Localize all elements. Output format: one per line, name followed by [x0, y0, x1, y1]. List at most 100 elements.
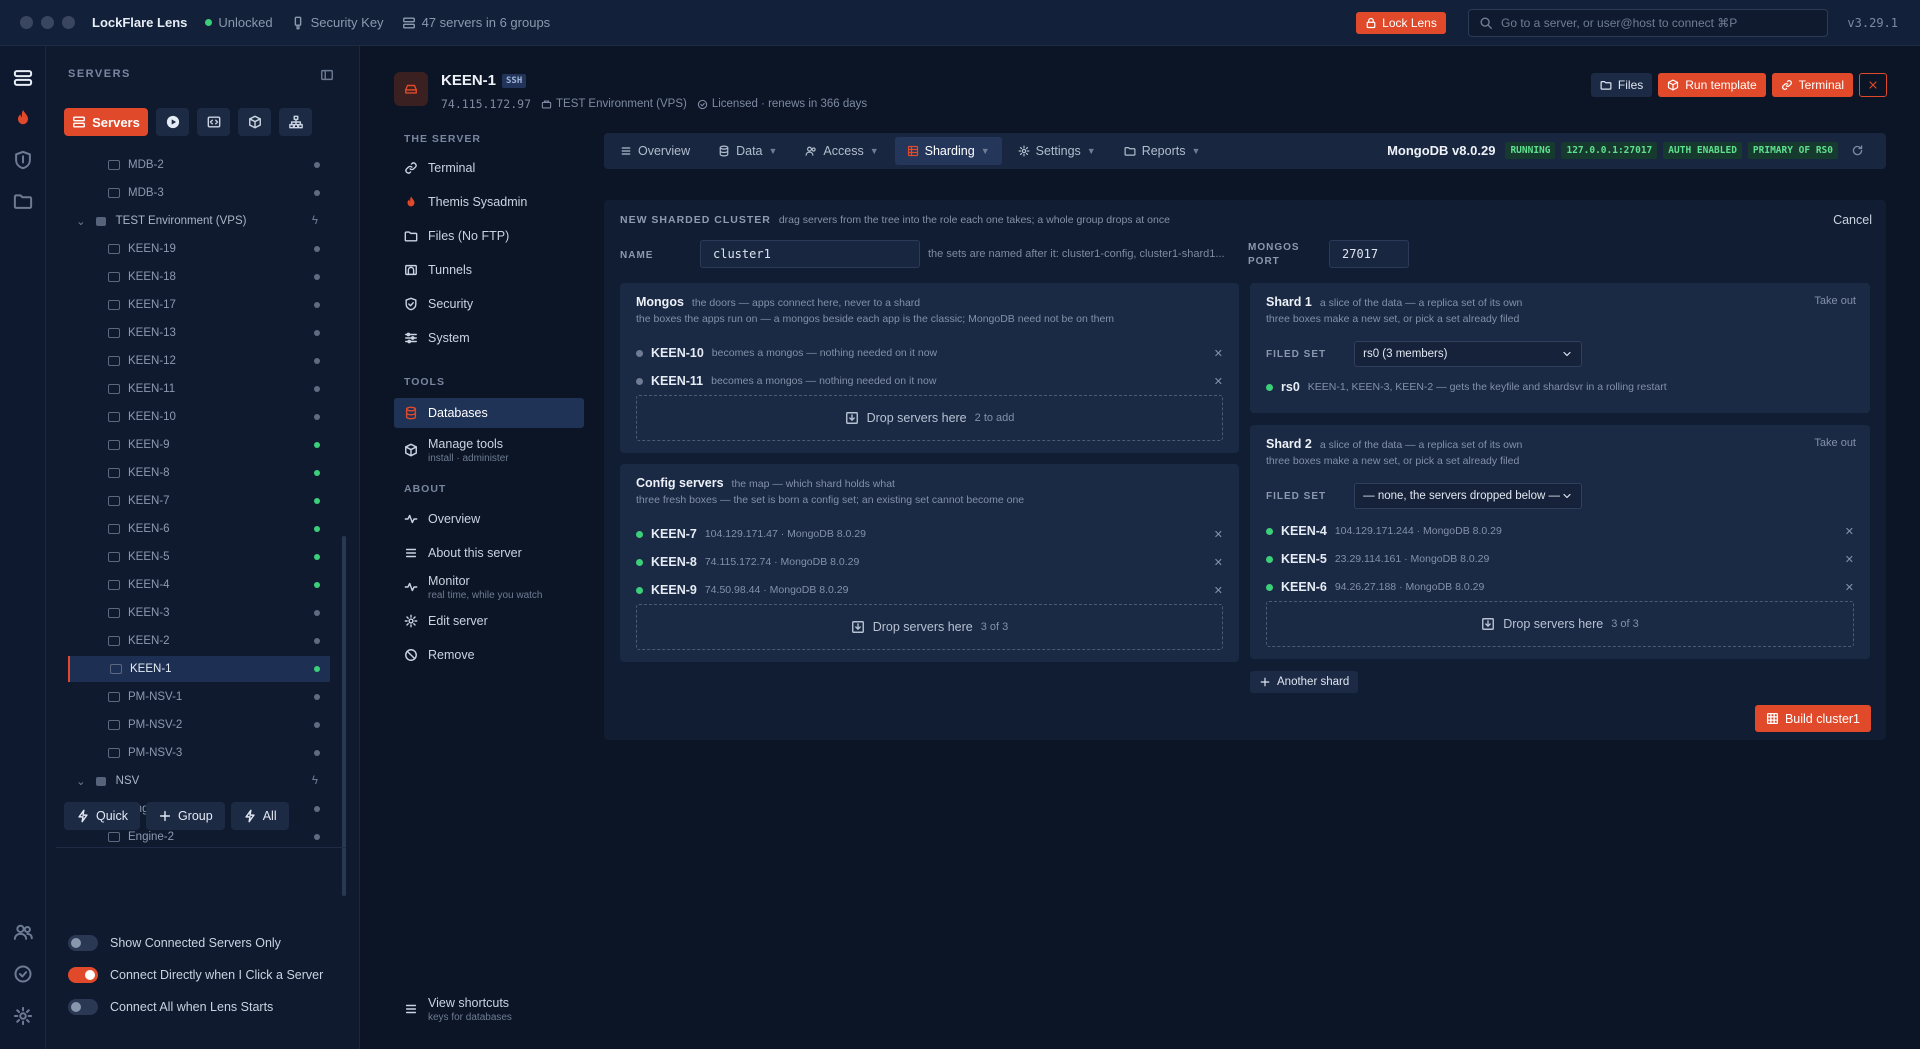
- tree-scrollbar[interactable]: [342, 536, 346, 896]
- tab-sharding[interactable]: Sharding ▼: [894, 137, 1002, 165]
- tab-data[interactable]: Data ▼: [706, 137, 789, 165]
- nav-security[interactable]: Security: [394, 290, 584, 318]
- tab-settings[interactable]: Settings ▼: [1006, 137, 1108, 165]
- lock-lens-button[interactable]: Lock Lens: [1356, 12, 1446, 34]
- tree-server-item[interactable]: KEEN-4: [68, 572, 330, 598]
- remove-member-icon[interactable]: ✕: [1214, 528, 1223, 541]
- remove-member-icon[interactable]: ✕: [1214, 347, 1223, 360]
- tree-server-item[interactable]: KEEN-3: [68, 600, 330, 626]
- nav-system[interactable]: System: [394, 324, 584, 352]
- topology-button[interactable]: [279, 108, 312, 136]
- nav-overview[interactable]: Overview: [394, 505, 584, 533]
- mongos-member[interactable]: KEEN-10 becomes a mongos — nothing neede…: [636, 343, 1223, 363]
- nav-edit-server[interactable]: Edit server: [394, 607, 584, 635]
- take-out-button[interactable]: Take out: [1814, 295, 1856, 307]
- bolt-icon[interactable]: ϟ: [312, 775, 318, 787]
- nav-tunnels[interactable]: Tunnels: [394, 256, 584, 284]
- shard-drop-zone[interactable]: Drop servers here 3 of 3: [1266, 601, 1854, 647]
- tree-server-item[interactable]: KEEN-12: [68, 348, 330, 374]
- settings-rail-icon[interactable]: [13, 1006, 33, 1026]
- tree-server-item[interactable]: KEEN-13: [68, 320, 330, 346]
- toggle-switch[interactable]: [68, 935, 98, 951]
- servers-rail-icon[interactable]: [13, 68, 33, 88]
- remove-member-icon[interactable]: ✕: [1214, 556, 1223, 569]
- tree-server-item[interactable]: MDB-2: [68, 152, 330, 178]
- tree-server-item[interactable]: KEEN-17: [68, 292, 330, 318]
- tree-server-item[interactable]: KEEN-10: [68, 404, 330, 430]
- connect-all-button[interactable]: All: [230, 802, 289, 830]
- tree-server-item[interactable]: KEEN-5: [68, 544, 330, 570]
- build-cluster-button[interactable]: Build cluster1: [1755, 705, 1871, 732]
- mongos-drop-zone[interactable]: Drop servers here 2 to add: [636, 395, 1223, 441]
- remove-member-icon[interactable]: ✕: [1845, 525, 1854, 538]
- tree-group[interactable]: ⌄ NSV ϟ: [68, 768, 330, 794]
- close-window-button[interactable]: [20, 16, 33, 29]
- tree-server-item[interactable]: KEEN-1: [68, 656, 330, 682]
- toggle-connected-only[interactable]: Show Connected Servers Only: [68, 935, 281, 951]
- files-button[interactable]: Files: [1590, 73, 1653, 97]
- chevron-down-icon[interactable]: ⌄: [76, 214, 86, 228]
- config-member[interactable]: KEEN-7 104.129.171.47 · MongoDB 8.0.29 ✕: [636, 524, 1223, 544]
- bolt-icon[interactable]: ϟ: [312, 215, 318, 227]
- filed-set-select[interactable]: — none, the servers dropped below —: [1354, 483, 1583, 509]
- refresh-icon[interactable]: [1851, 144, 1864, 157]
- remove-member-icon[interactable]: ✕: [1214, 375, 1223, 388]
- nav-databases[interactable]: Databases: [394, 398, 584, 428]
- nav-manage-tools[interactable]: Manage tools install · administer: [394, 432, 584, 468]
- tree-server-item[interactable]: KEEN-11: [68, 376, 330, 402]
- tab-overview[interactable]: Overview: [608, 137, 702, 165]
- tree-group[interactable]: ⌄ TEST Environment (VPS) ϟ: [68, 208, 330, 234]
- chevron-down-icon[interactable]: ⌄: [76, 774, 86, 788]
- tree-server-item[interactable]: KEEN-6: [68, 516, 330, 542]
- remove-member-icon[interactable]: ✕: [1214, 584, 1223, 597]
- flame-rail-icon[interactable]: [13, 108, 33, 128]
- minimize-window-button[interactable]: [41, 16, 54, 29]
- toggle-switch[interactable]: [68, 967, 98, 983]
- tree-server-item[interactable]: KEEN-19: [68, 236, 330, 262]
- remove-member-icon[interactable]: ✕: [1845, 553, 1854, 566]
- quick-connect-button[interactable]: Quick: [64, 802, 140, 830]
- filed-set-select[interactable]: rs0 (3 members): [1354, 341, 1583, 367]
- toggle-connect-all-on-start[interactable]: Connect All when Lens Starts: [68, 999, 273, 1015]
- add-group-button[interactable]: Group: [145, 802, 225, 830]
- shard-member[interactable]: KEEN-6 94.26.27.188 · MongoDB 8.0.29 ✕: [1266, 577, 1854, 597]
- nav-themis-sysadmin[interactable]: Themis Sysadmin: [394, 188, 584, 216]
- nav-remove[interactable]: Remove: [394, 641, 584, 669]
- users-rail-icon[interactable]: [13, 922, 33, 942]
- tree-server-item[interactable]: MDB-3: [68, 180, 330, 206]
- toggle-connect-directly[interactable]: Connect Directly when I Click a Server: [68, 967, 323, 983]
- mongos-member[interactable]: KEEN-11 becomes a mongos — nothing neede…: [636, 371, 1223, 391]
- shield-rail-icon[interactable]: [13, 150, 33, 170]
- shard-member[interactable]: KEEN-5 23.29.114.161 · MongoDB 8.0.29 ✕: [1266, 549, 1854, 569]
- tree-server-item[interactable]: KEEN-18: [68, 264, 330, 290]
- tab-reports[interactable]: Reports ▼: [1112, 137, 1213, 165]
- toggle-switch[interactable]: [68, 999, 98, 1015]
- nav-monitor[interactable]: Monitor real time, while you watch: [394, 569, 584, 605]
- config-member[interactable]: KEEN-8 74.115.172.74 · MongoDB 8.0.29 ✕: [636, 552, 1223, 572]
- collapse-sidebar-icon[interactable]: [320, 68, 334, 82]
- config-member[interactable]: KEEN-9 74.50.98.44 · MongoDB 8.0.29 ✕: [636, 580, 1223, 600]
- tree-server-item[interactable]: PM-NSV-2: [68, 712, 330, 738]
- shard-member[interactable]: KEEN-4 104.129.171.244 · MongoDB 8.0.29 …: [1266, 521, 1854, 541]
- code-button[interactable]: [197, 108, 230, 136]
- add-another-shard-button[interactable]: Another shard: [1250, 671, 1359, 693]
- play-button[interactable]: [156, 108, 189, 136]
- tree-server-item[interactable]: PM-NSV-1: [68, 684, 330, 710]
- badge-rail-icon[interactable]: [13, 964, 33, 984]
- take-out-button[interactable]: Take out: [1814, 437, 1856, 449]
- cluster-name-input[interactable]: cluster1: [700, 240, 920, 268]
- config-drop-zone[interactable]: Drop servers here 3 of 3: [636, 604, 1223, 650]
- tree-server-item[interactable]: KEEN-2: [68, 628, 330, 654]
- terminal-button[interactable]: Terminal: [1771, 73, 1853, 97]
- tab-access[interactable]: Access ▼: [793, 137, 890, 165]
- tree-server-item[interactable]: KEEN-9: [68, 432, 330, 458]
- nav-files[interactable]: Files (No FTP): [394, 222, 584, 250]
- package-button[interactable]: [238, 108, 271, 136]
- tree-server-item[interactable]: PM-NSV-3: [68, 740, 330, 766]
- run-template-button[interactable]: Run template: [1658, 73, 1766, 97]
- security-key-indicator[interactable]: Security Key: [291, 15, 384, 30]
- tree-server-item[interactable]: KEEN-7: [68, 488, 330, 514]
- folder-rail-icon[interactable]: [13, 191, 33, 211]
- nav-about-server[interactable]: About this server: [394, 539, 584, 567]
- mongos-port-input[interactable]: 27017: [1329, 240, 1409, 268]
